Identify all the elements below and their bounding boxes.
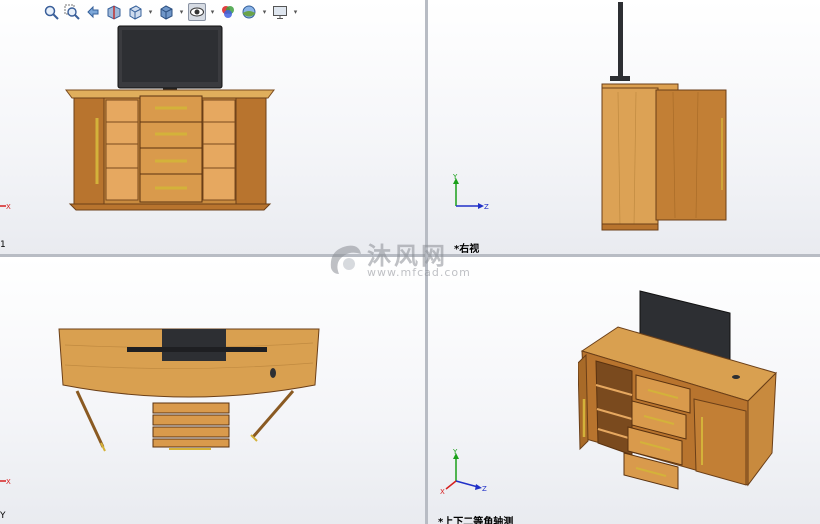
view-label-isometric: *上下二等角轴测	[438, 517, 514, 524]
display-style-dropdown-icon[interactable]: ▾	[178, 8, 185, 16]
zoom-fit-icon	[44, 5, 59, 20]
monitor-icon	[273, 6, 287, 19]
cabinet-front-view-model	[65, 25, 275, 211]
display-style-icon	[160, 5, 173, 20]
cabinet-right-view-model	[601, 2, 727, 231]
svg-text:Z: Z	[482, 485, 487, 493]
zoom-fit-button[interactable]	[42, 3, 60, 21]
scene-icon	[242, 5, 256, 19]
svg-text:Y: Y	[452, 448, 458, 456]
view-orientation-icon	[129, 5, 142, 20]
view-orientation-button[interactable]	[126, 3, 144, 21]
view-settings-button[interactable]	[271, 3, 289, 21]
top-view-label-fragment: Y	[0, 511, 6, 521]
svg-text:Y: Y	[452, 173, 458, 181]
display-style-button[interactable]	[157, 3, 175, 21]
previous-view-button[interactable]	[84, 3, 102, 21]
axis-triad-isometric: Y Z X	[440, 448, 487, 495]
watermark: 沐风网 www.mfcad.com	[325, 236, 500, 286]
hide-show-icon	[190, 7, 204, 17]
zoom-area-icon	[64, 4, 80, 20]
cabinet-isometric-model	[578, 290, 777, 490]
front-view-label-fragment: 1	[0, 240, 6, 250]
apply-scene-dropdown-icon[interactable]: ▾	[261, 8, 268, 16]
cabinet-top-view-model	[58, 328, 320, 452]
axis-triad-front: X	[0, 203, 11, 211]
heads-up-view-toolbar: ▾ ▾ ▾ ▾ ▾	[42, 1, 299, 23]
appearance-icon	[222, 6, 234, 18]
apply-scene-button[interactable]	[240, 3, 258, 21]
view-orientation-dropdown-icon[interactable]: ▾	[147, 8, 154, 16]
section-view-icon	[107, 5, 121, 20]
view-settings-dropdown-icon[interactable]: ▾	[292, 8, 299, 16]
svg-text:X: X	[6, 203, 11, 211]
section-view-button[interactable]	[105, 3, 123, 21]
viewport-front[interactable]: ▾ ▾ ▾ ▾ ▾ X 1	[0, 0, 425, 254]
viewport-isometric[interactable]: Y Z X *上下二等角轴测	[428, 257, 820, 524]
edit-appearance-button[interactable]	[219, 3, 237, 21]
viewport-top[interactable]: X Y	[0, 257, 425, 524]
axis-triad-right: Y Z	[452, 173, 489, 211]
watermark-url: www.mfcad.com	[367, 266, 471, 279]
watermark-logo-icon	[330, 245, 361, 274]
zoom-area-button[interactable]	[63, 3, 81, 21]
hide-show-items-button[interactable]	[188, 3, 206, 21]
previous-view-icon	[87, 5, 99, 19]
svg-text:X: X	[6, 478, 11, 486]
viewport-right[interactable]: Y Z *右视	[428, 0, 820, 254]
svg-text:X: X	[440, 488, 445, 495]
svg-text:Z: Z	[484, 203, 489, 211]
hide-show-dropdown-icon[interactable]: ▾	[209, 8, 216, 16]
axis-triad-top: X	[0, 478, 11, 486]
